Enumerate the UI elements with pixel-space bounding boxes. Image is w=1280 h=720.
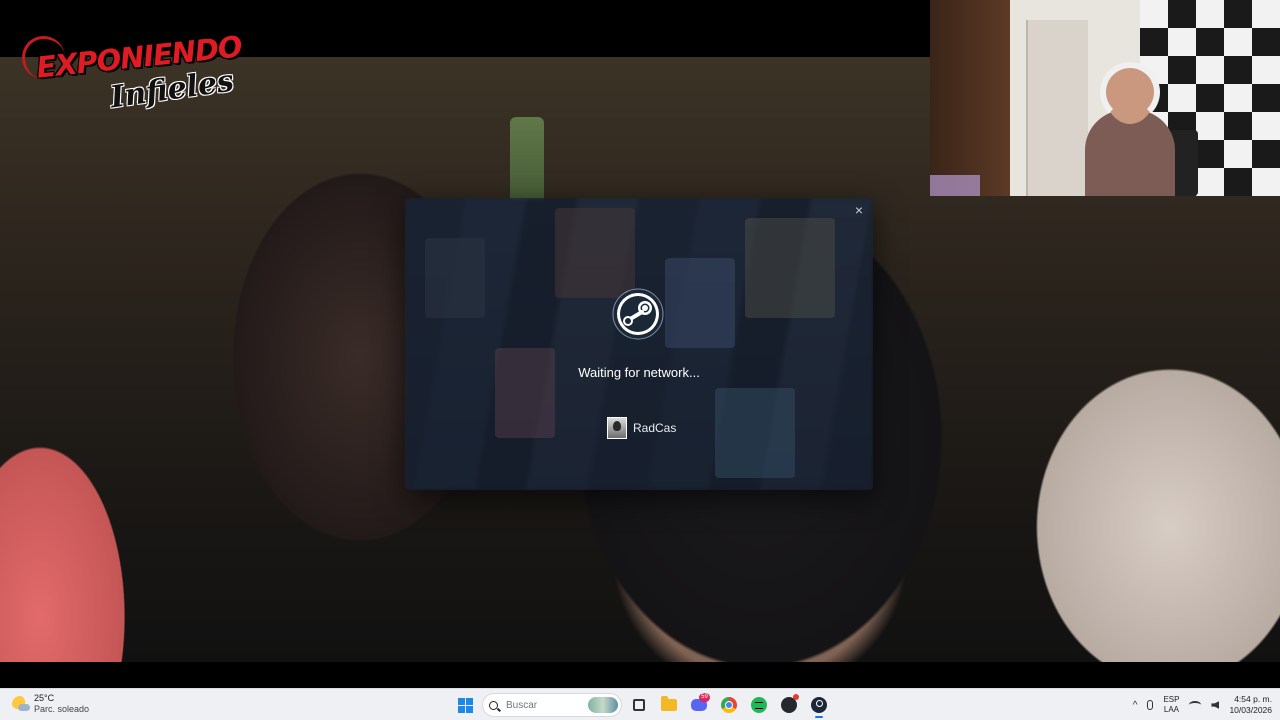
task-view-button[interactable] xyxy=(626,692,652,718)
microphone-icon[interactable] xyxy=(1147,700,1154,710)
windows-taskbar: 25°C Parc. soleado 59 xyxy=(0,688,1280,720)
task-view-icon xyxy=(633,699,645,711)
folder-icon xyxy=(661,696,677,711)
weather-widget[interactable]: 25°C Parc. soleado xyxy=(12,693,89,715)
account-name: RadCas xyxy=(633,421,677,435)
windows-logo-icon xyxy=(457,697,473,713)
video-player: EXPONIENDO Infieles × Waiting for networ… xyxy=(0,0,1280,688)
steam-login-dialog: × Waiting for network... RadCas xyxy=(405,198,873,490)
spotify-icon xyxy=(751,697,767,713)
active-indicator xyxy=(815,716,823,718)
search-input[interactable] xyxy=(504,698,588,712)
show-hidden-icons-button[interactable]: ^ xyxy=(1133,700,1138,711)
webcam-overlay xyxy=(930,0,1280,196)
steam-dialog-dim xyxy=(405,198,873,490)
clock[interactable]: 4:54 p. m. 10/03/2026 xyxy=(1229,694,1272,716)
channel-logo: EXPONIENDO Infieles xyxy=(22,29,243,116)
notification-badge: 59 xyxy=(699,693,710,702)
webcam-door xyxy=(930,0,1010,196)
account-chip[interactable]: RadCas xyxy=(607,417,676,439)
clock-time: 4:54 p. m. xyxy=(1234,694,1272,704)
keyboard-layout: LAA xyxy=(1163,705,1179,714)
avatar xyxy=(607,417,627,439)
spotify-button[interactable] xyxy=(746,692,772,718)
taskbar-search[interactable] xyxy=(482,693,622,717)
steam-icon xyxy=(811,697,827,713)
status-text: Waiting for network... xyxy=(578,365,700,380)
headphones-icon xyxy=(1100,62,1160,122)
wifi-icon[interactable] xyxy=(1189,701,1202,709)
steam-button[interactable] xyxy=(806,692,832,718)
webcam-closet xyxy=(1026,20,1088,196)
steam-logo-icon xyxy=(612,288,664,340)
discord-button[interactable]: 59 xyxy=(686,692,712,718)
search-icon xyxy=(489,700,498,710)
chrome-button[interactable] xyxy=(716,692,742,718)
taskbar-apps: 59 xyxy=(452,692,832,718)
start-button[interactable] xyxy=(452,692,478,718)
alert-dot xyxy=(793,694,799,700)
file-explorer-button[interactable] xyxy=(656,692,682,718)
close-button[interactable]: × xyxy=(851,202,867,218)
chrome-icon xyxy=(721,697,737,713)
system-tray: ^ ESP LAA 4:54 p. m. 10/03/2026 xyxy=(1133,692,1272,718)
weather-description: Parc. soleado xyxy=(34,704,90,714)
clock-date: 10/03/2026 xyxy=(1229,705,1272,715)
language-indicator[interactable]: ESP LAA xyxy=(1163,695,1179,715)
search-highlight-image xyxy=(588,697,618,713)
webcam-light xyxy=(930,175,980,196)
weather-temperature: 25°C xyxy=(34,693,55,703)
language-code: ESP xyxy=(1163,695,1180,704)
github-button[interactable] xyxy=(776,692,802,718)
partly-sunny-icon xyxy=(12,696,30,712)
volume-icon[interactable] xyxy=(1211,701,1220,709)
